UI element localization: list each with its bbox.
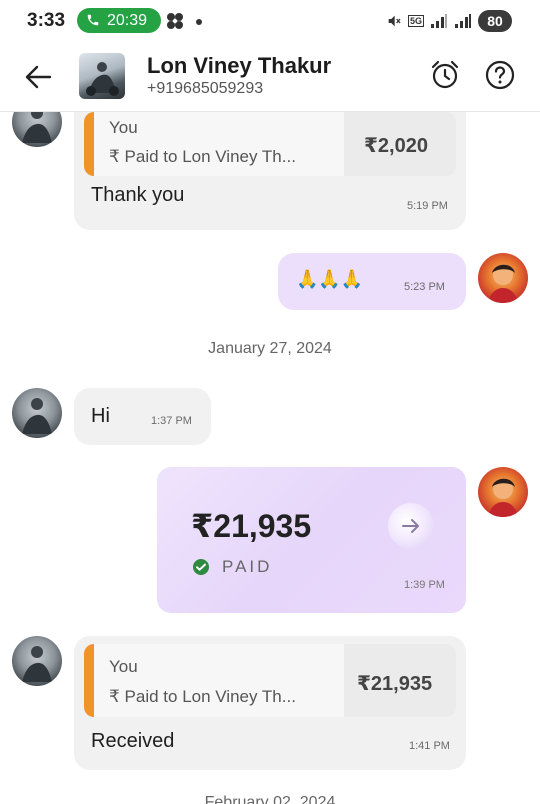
my-avatar[interactable] bbox=[478, 253, 528, 303]
notification-dot bbox=[196, 19, 202, 25]
quoted-author: You bbox=[109, 657, 138, 676]
payment-status: PAID bbox=[222, 557, 273, 576]
contact-avatar-small[interactable] bbox=[12, 388, 62, 438]
message-time: 5:19 PM bbox=[407, 200, 448, 212]
call-duration: 20:39 bbox=[107, 12, 148, 29]
contact-name[interactable]: Lon Viney Thakur bbox=[147, 53, 331, 79]
message-bubble-incoming[interactable]: You ₹ Paid to Lon Viney Th... ₹21,935 Re… bbox=[74, 636, 466, 770]
battery-level: 80 bbox=[478, 10, 512, 32]
message-text: Thank you bbox=[91, 184, 185, 206]
help-icon[interactable] bbox=[485, 60, 515, 90]
fan-icon bbox=[167, 13, 183, 29]
contact-phone: +919685059293 bbox=[147, 80, 264, 97]
contact-avatar-small[interactable] bbox=[12, 636, 62, 686]
network-type: 5G bbox=[407, 15, 424, 27]
message-time: 1:41 PM bbox=[409, 740, 450, 752]
message-text: 🙏🙏🙏 bbox=[296, 269, 364, 290]
ongoing-call-chip[interactable]: 20:39 bbox=[77, 8, 161, 33]
quoted-text: ₹ Paid to Lon Viney Th... bbox=[109, 687, 296, 706]
signal-icon-2 bbox=[455, 14, 471, 28]
quoted-amount: ₹21,935 bbox=[357, 673, 433, 695]
quoted-author: You bbox=[109, 118, 138, 137]
message-bubble-incoming[interactable]: You ₹ Paid to Lon Viney Th... ₹2,020 Tha… bbox=[74, 112, 466, 230]
quoted-amount: ₹2,020 bbox=[364, 135, 428, 157]
chat-header: Lon Viney Thakur +919685059293 bbox=[0, 42, 540, 112]
message-time: 1:37 PM bbox=[151, 415, 192, 427]
message-bubble-incoming[interactable]: Hi 1:37 PM bbox=[74, 388, 211, 445]
contact-avatar[interactable] bbox=[79, 53, 125, 99]
quote-accent-bar bbox=[84, 644, 94, 717]
payment-card[interactable]: ₹21,935 PAID 1:39 PM bbox=[157, 467, 466, 613]
quote-accent-bar bbox=[84, 112, 94, 176]
message-text: Received bbox=[91, 730, 175, 752]
signal-icon bbox=[431, 14, 447, 28]
phone-icon bbox=[87, 14, 99, 26]
message-bubble-outgoing[interactable]: 🙏🙏🙏 5:23 PM bbox=[278, 253, 466, 310]
payment-amount: ₹21,935 bbox=[191, 508, 312, 544]
status-bar: 3:33 20:39 5G 80 bbox=[0, 0, 540, 42]
open-payment-button[interactable] bbox=[388, 503, 434, 549]
quoted-payment-card[interactable]: You ₹ Paid to Lon Viney Th... ₹21,935 bbox=[84, 644, 456, 717]
message-text: Hi bbox=[91, 405, 110, 427]
message-time: 1:39 PM bbox=[404, 579, 445, 591]
check-circle-icon bbox=[193, 559, 209, 575]
status-icons: 5G 80 bbox=[386, 9, 512, 33]
back-arrow-icon[interactable] bbox=[20, 62, 54, 92]
reminder-clock-icon[interactable] bbox=[429, 59, 461, 91]
chat-thread[interactable]: You ₹ Paid to Lon Viney Th... ₹2,020 Tha… bbox=[0, 112, 540, 804]
quoted-text: ₹ Paid to Lon Viney Th... bbox=[109, 147, 296, 166]
my-avatar[interactable] bbox=[478, 467, 528, 517]
message-time: 5:23 PM bbox=[404, 281, 445, 293]
status-time: 3:33 bbox=[27, 10, 66, 31]
arrow-right-icon bbox=[402, 519, 419, 533]
contact-avatar-small[interactable] bbox=[12, 112, 62, 147]
mute-icon bbox=[388, 15, 401, 27]
quoted-payment-card[interactable]: You ₹ Paid to Lon Viney Th... ₹2,020 bbox=[84, 112, 456, 176]
date-separator: January 27, 2024 bbox=[208, 340, 332, 357]
date-separator: February 02, 2024 bbox=[204, 794, 336, 804]
